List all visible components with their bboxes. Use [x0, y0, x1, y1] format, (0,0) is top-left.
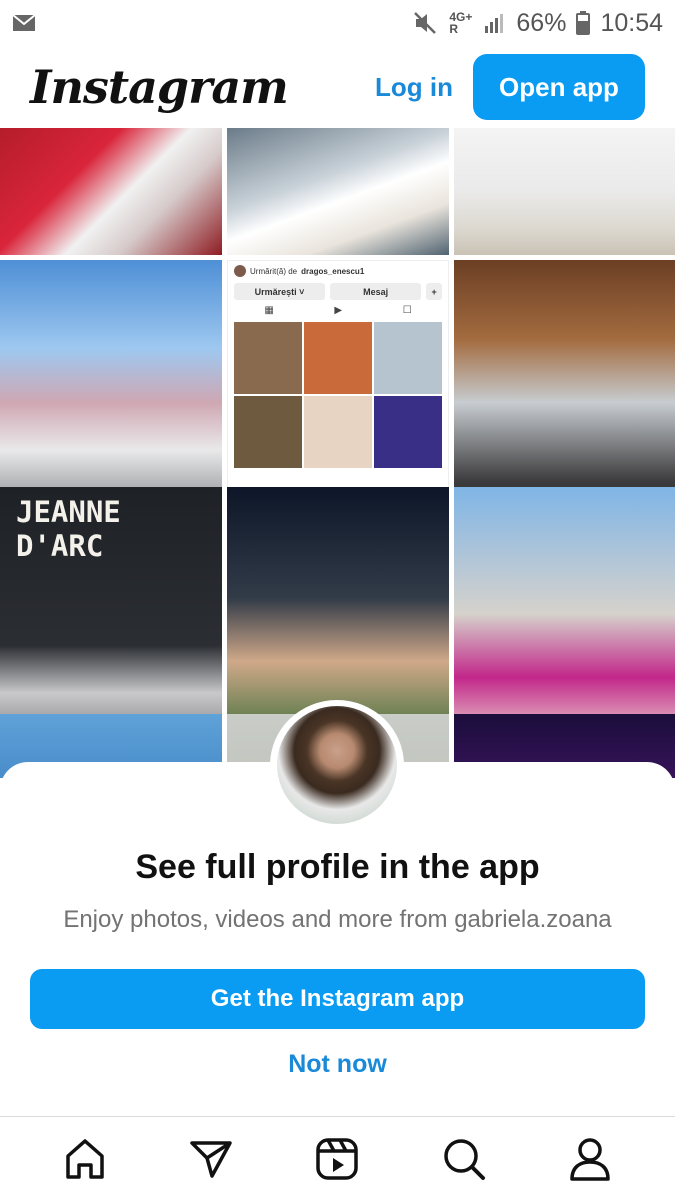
shot-thumb: [304, 322, 372, 394]
battery-percent: 66%: [516, 8, 567, 37]
get-app-button[interactable]: Get the Instagram app: [30, 969, 645, 1029]
shot-thumb: [234, 322, 302, 394]
direct-icon[interactable]: [181, 1129, 241, 1189]
followed-by-user: dragos_enescu1: [301, 266, 365, 276]
network-bottom: R: [449, 22, 459, 36]
photo-image: [227, 128, 449, 255]
open-app-button[interactable]: Open app: [473, 54, 645, 120]
mail-icon: [12, 14, 36, 32]
home-icon[interactable]: [55, 1129, 115, 1189]
shot-grid: [234, 322, 442, 468]
followed-by-row: Urmărit(ă) de dragos_enescu1: [234, 263, 442, 279]
battery-icon: [576, 11, 591, 35]
reels-tab-icon: ▶: [334, 304, 343, 316]
tagged-tab-icon: ☐: [402, 304, 412, 316]
sheet-title: See full profile in the app: [135, 848, 540, 886]
shot-message-button: Mesaj: [330, 283, 422, 300]
status-left: [12, 14, 36, 32]
sheet-subtitle: Enjoy photos, videos and more from gabri…: [63, 906, 612, 933]
shot-add-button: +: [426, 283, 442, 300]
signal-icon: [484, 12, 506, 34]
status-bar: 4G+ R 66% 10:54: [0, 0, 675, 46]
mini-avatar: [234, 265, 246, 277]
grid-photo[interactable]: [227, 128, 449, 255]
grid-photo[interactable]: [454, 128, 675, 255]
grid-tab-icon: ▦: [264, 304, 274, 316]
shot-following-button: Urmărești ˅: [234, 283, 326, 300]
reels-icon[interactable]: [307, 1129, 367, 1189]
shot-buttons: Urmărești ˅ Mesaj +: [234, 283, 442, 300]
profile-icon[interactable]: [560, 1129, 620, 1189]
grid-photo[interactable]: [0, 128, 222, 255]
jeanne-text-1: JEANNE: [16, 495, 121, 529]
followed-by-text: Urmărit(ă) de: [250, 266, 298, 276]
shot-thumb: [374, 322, 442, 394]
photo-image: [454, 128, 675, 255]
mute-icon: [413, 11, 439, 35]
search-icon[interactable]: [434, 1129, 494, 1189]
header-actions: Log in Open app: [375, 54, 645, 120]
shot-tabs: ▦ ▶ ☐: [234, 300, 442, 320]
shot-thumb: [234, 396, 302, 468]
avatar-image: [277, 706, 397, 824]
login-link[interactable]: Log in: [375, 72, 453, 103]
jeanne-darc-sign: JEANNE D'ARC: [16, 495, 121, 563]
not-now-button[interactable]: Not now: [0, 1050, 675, 1079]
profile-avatar: [270, 700, 404, 830]
network-label: 4G+ R: [449, 11, 472, 35]
shot-thumb: [374, 396, 442, 468]
shot-thumb: [304, 396, 372, 468]
clock: 10:54: [600, 8, 663, 37]
app-header: Instagram Log in Open app: [0, 46, 675, 128]
photo-grid: Urmărit(ă) de dragos_enescu1 Urmărești ˅…: [0, 128, 675, 778]
status-right: 4G+ R 66% 10:54: [413, 9, 663, 38]
bottom-nav: [0, 1116, 675, 1200]
jeanne-text-2: D'ARC: [16, 529, 104, 563]
instagram-logo[interactable]: Instagram: [30, 60, 289, 114]
photo-image: [0, 128, 222, 255]
